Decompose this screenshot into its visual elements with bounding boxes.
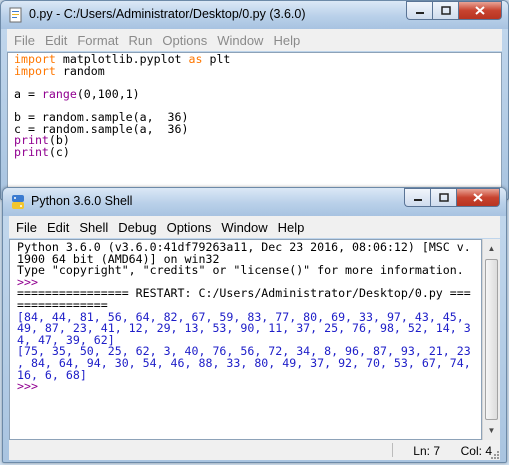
menu-window[interactable]: Window [212, 33, 268, 48]
maximize-icon [440, 6, 451, 15]
shell-line: 16, 6, 68] [17, 369, 481, 382]
code-line: import random [14, 63, 501, 78]
resize-grip-icon[interactable] [490, 450, 500, 460]
maximize-button[interactable] [432, 1, 458, 20]
editor-window: 0.py - C:/Users/Administrator/Desktop/0.… [0, 0, 509, 200]
code-token: a = [14, 86, 42, 101]
minimize-button[interactable] [404, 188, 430, 207]
code-token: (0,100,1) [76, 86, 140, 101]
close-button[interactable] [456, 188, 500, 207]
code-token: random [55, 63, 105, 78]
menu-format[interactable]: Format [72, 33, 123, 48]
close-icon [473, 193, 483, 202]
builtin-token: range [41, 86, 77, 101]
python-icon [12, 195, 24, 209]
shell-menubar: File Edit Shell Debug Options Window Hel… [9, 216, 500, 238]
editor-titlebar[interactable]: 0.py - C:/Users/Administrator/Desktop/0.… [1, 1, 508, 29]
editor-menubar: File Edit Format Run Options Window Help [7, 29, 502, 51]
scroll-up-icon[interactable]: ▲ [483, 240, 500, 257]
close-icon [475, 6, 485, 15]
status-divider [392, 443, 393, 457]
code-line: a = range(0,100,1) [14, 86, 501, 101]
close-button[interactable] [458, 1, 502, 20]
vertical-scrollbar[interactable]: ▲ ▼ [482, 239, 500, 440]
menu-edit[interactable]: Edit [42, 220, 74, 235]
menu-file[interactable]: File [11, 220, 42, 235]
idle-file-icon [9, 7, 22, 23]
menu-help[interactable]: Help [273, 220, 310, 235]
builtin-token: print [14, 144, 49, 159]
scroll-down-icon[interactable]: ▼ [483, 422, 500, 439]
minimize-button[interactable] [406, 1, 432, 20]
menu-options[interactable]: Options [162, 220, 217, 235]
scrollbar-thumb[interactable] [485, 259, 498, 420]
code-line: print(b) [14, 134, 501, 147]
shell-line: Type "copyright", "credits" or "license(… [17, 263, 481, 278]
keyword-token: as [188, 52, 203, 66]
maximize-button[interactable] [430, 188, 456, 207]
menu-file[interactable]: File [9, 33, 40, 48]
shell-prompt: >>> [17, 379, 45, 394]
shell-window: Python 3.6.0 Shell File Edit Shell Debug… [2, 187, 507, 463]
shell-output[interactable]: Python 3.6.0 (v3.6.0:41df79263a11, Dec 2… [9, 239, 482, 440]
code-token: plt [202, 52, 231, 66]
line-indicator: Ln: 7 [413, 444, 440, 458]
menu-run[interactable]: Run [124, 33, 158, 48]
menu-window[interactable]: Window [216, 220, 272, 235]
minimize-icon [415, 11, 424, 14]
code-token: Type "copyright", "credits" or "license(… [17, 263, 464, 278]
code-editor[interactable]: import matplotlib.pyplot as plt import ra… [7, 52, 502, 199]
code-line: print(c) [14, 144, 501, 159]
menu-debug[interactable]: Debug [113, 220, 161, 235]
menu-shell[interactable]: Shell [74, 220, 113, 235]
menu-help[interactable]: Help [268, 33, 305, 48]
minimize-icon [413, 198, 422, 201]
menu-options[interactable]: Options [157, 33, 212, 48]
editor-window-title: 0.py - C:/Users/Administrator/Desktop/0.… [29, 7, 306, 21]
keyword-token: import [14, 63, 56, 78]
shell-line: >>> [17, 379, 481, 394]
shell-titlebar[interactable]: Python 3.6.0 Shell [3, 188, 506, 216]
code-line: c = random.sample(a, 36) [14, 123, 501, 136]
shell-window-title: Python 3.6.0 Shell [31, 194, 133, 208]
menu-edit[interactable]: Edit [40, 33, 72, 48]
column-indicator: Col: 4 [460, 444, 492, 458]
status-bar: Ln: 7 Col: 4 [9, 440, 500, 460]
code-token: (c) [48, 144, 70, 159]
maximize-icon [438, 193, 449, 202]
